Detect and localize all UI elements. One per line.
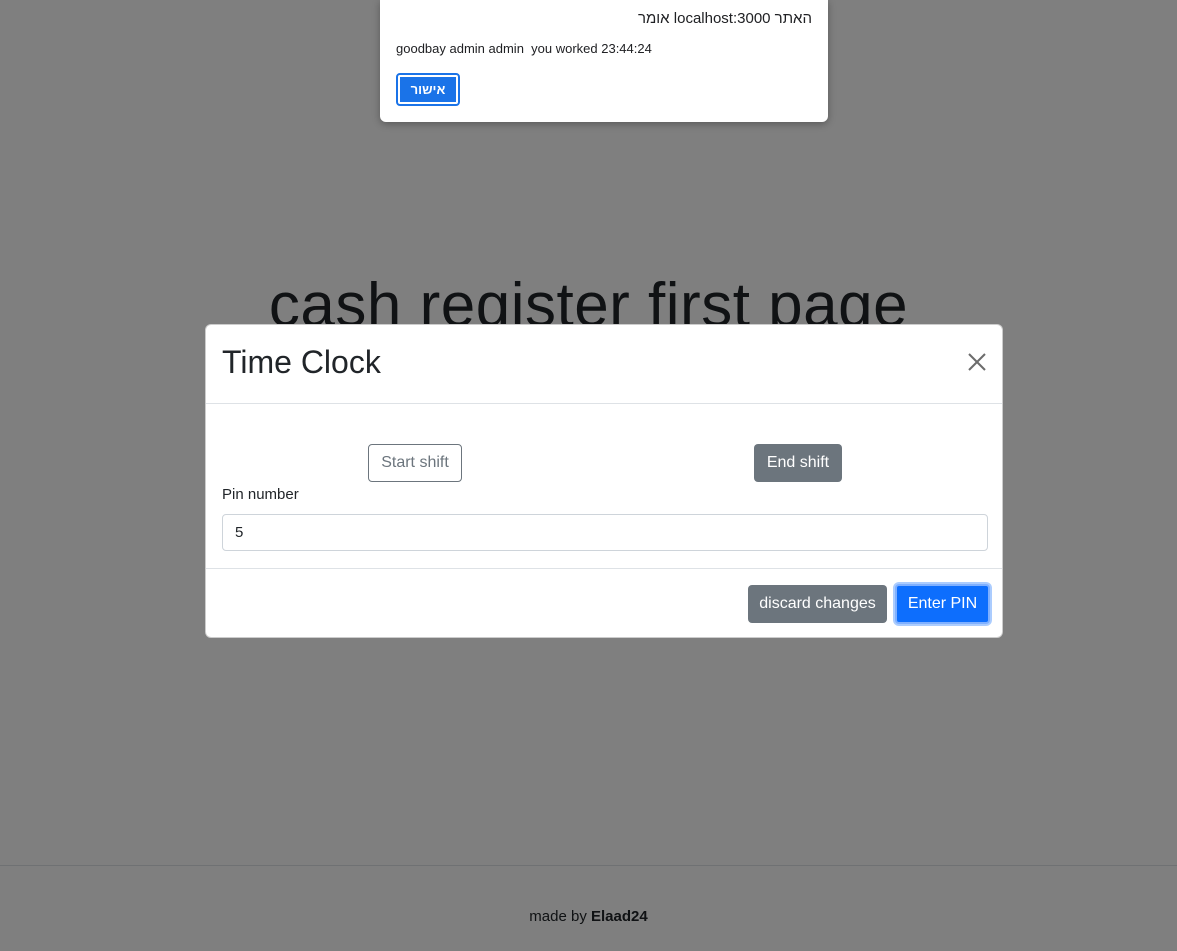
modal-body: Start shift End shift Pin number	[206, 404, 1002, 568]
modal-title: Time Clock	[222, 344, 381, 380]
browser-alert-dialog: האתר localhost:3000 אומר goodbay admin a…	[380, 0, 828, 122]
modal-header: Time Clock	[206, 325, 1002, 404]
modal-footer: discard changes Enter PIN	[206, 568, 1002, 637]
start-shift-button[interactable]: Start shift	[368, 444, 462, 482]
close-button[interactable]	[966, 351, 988, 373]
time-clock-modal: Time Clock Start shift End shift Pin num…	[205, 324, 1003, 638]
pin-number-label: Pin number	[222, 486, 299, 503]
alert-ok-button[interactable]: אישור	[396, 73, 460, 106]
end-shift-button[interactable]: End shift	[754, 444, 842, 482]
discard-changes-button[interactable]: discard changes	[748, 585, 887, 623]
enter-pin-button[interactable]: Enter PIN	[895, 584, 990, 624]
pin-number-input[interactable]	[222, 514, 988, 551]
alert-message: goodbay admin admin you worked 23:44:24	[396, 41, 652, 56]
close-icon	[968, 353, 986, 371]
alert-title: האתר localhost:3000 אומר	[637, 10, 812, 27]
